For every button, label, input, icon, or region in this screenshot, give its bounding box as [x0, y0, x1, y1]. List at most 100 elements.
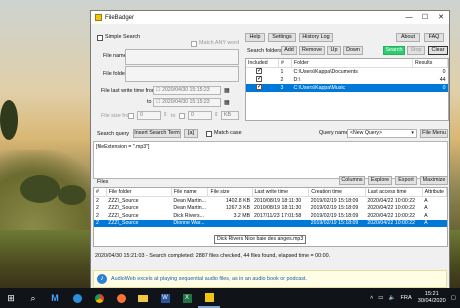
chrome-icon[interactable] — [88, 288, 110, 308]
file-menu-button[interactable]: File Menu — [420, 129, 448, 138]
export-button[interactable]: Export — [395, 176, 417, 185]
language-indicator[interactable]: FRA — [401, 295, 412, 301]
folder-num: 3 — [278, 84, 292, 92]
folder-include-checkbox[interactable] — [256, 68, 262, 74]
file-folder: ZZZ\_Source — [108, 197, 139, 204]
col-file-name[interactable]: File name — [171, 188, 209, 197]
edge-icon[interactable] — [66, 288, 88, 308]
info-banner[interactable]: ♪ AudioWeb excels at playing sequential … — [93, 270, 447, 288]
chevron-up-icon[interactable]: ˄ — [370, 295, 373, 301]
file-row[interactable]: 2 ZZZ\_Source Dick Rivers... 3.2 MB 2017… — [94, 212, 447, 220]
add-folder-button[interactable]: Add — [281, 46, 297, 55]
date-to-value: 2020/04/30 15:15:23 — [162, 99, 210, 105]
file-folder-input[interactable] — [125, 66, 239, 82]
col-last-write-time[interactable]: Last write time — [252, 188, 310, 197]
remove-folder-button[interactable]: Remove — [299, 46, 325, 55]
notification-icon[interactable]: ▢ — [451, 295, 456, 301]
simple-search-label: Simple Search — [105, 34, 141, 40]
size-to-input[interactable]: 0 — [188, 111, 212, 120]
folder-row-selected[interactable]: 3 C:\Users\Kappa\Music 0 — [246, 84, 448, 92]
size-to-spinner-icon[interactable]: ⇕ — [214, 112, 219, 118]
col-folder[interactable]: Folder — [291, 59, 413, 68]
excel-icon[interactable]: X — [176, 288, 198, 308]
a-button[interactable]: [a] — [184, 129, 198, 138]
search-query-textarea[interactable]: [fileExtension = ".mp3"] — [93, 141, 448, 179]
match-any-checkbox[interactable] — [191, 41, 197, 47]
maximize-files-button[interactable]: Maximize — [420, 176, 448, 185]
folder-results: 0 — [442, 69, 446, 75]
chevron-down-icon: ▾ — [411, 130, 414, 136]
word-icon[interactable]: W — [154, 288, 176, 308]
insert-search-term-button[interactable]: Insert Search Term — [133, 129, 181, 138]
size-to-checkbox[interactable] — [179, 113, 185, 119]
file-name-input[interactable] — [125, 49, 239, 65]
file-last-write: 2017/11/23 17:01:58 — [254, 212, 302, 219]
about-button[interactable]: About — [396, 33, 420, 42]
file-name: Dick Rivers... — [173, 212, 204, 219]
col-included[interactable]: Included — [246, 59, 279, 68]
title-bar[interactable]: FileBadger — ☐ ✕ — [91, 11, 449, 24]
file-folder: ZZZ\_Source — [108, 205, 139, 212]
file-row-selected[interactable]: 2 ZZZ\_Source Dionne War... 2019/02/19 1… — [94, 219, 447, 227]
folder-results: 44 — [439, 77, 446, 83]
date-from-input[interactable]: ☐ 2020/04/30 15:15:23 — [153, 86, 221, 95]
file-row[interactable]: 2 ZZZ\_Source Dean Martin... 1267.3 KB 2… — [94, 205, 447, 213]
size-unit-select[interactable]: KB — [221, 111, 239, 120]
col-file-size[interactable]: File size — [207, 188, 253, 197]
col-last-access-time[interactable]: Last access time — [365, 188, 423, 197]
size-from-checkbox[interactable] — [128, 113, 134, 119]
folder-row[interactable]: 2 D:\ 44 — [246, 76, 448, 84]
filebadger-icon[interactable] — [198, 288, 220, 308]
calendar-icon[interactable]: ▦ — [224, 99, 230, 106]
search-icon[interactable]: ⌕ — [22, 288, 44, 308]
folder-up-button[interactable]: Up — [327, 46, 341, 55]
simple-search-checkbox[interactable] — [97, 35, 103, 41]
folder-include-checkbox[interactable] — [256, 76, 262, 82]
windows-icon[interactable]: ⊞ — [0, 288, 22, 308]
col-results[interactable]: Results — [412, 59, 448, 68]
faq-button[interactable]: FAQ — [424, 33, 444, 42]
col-creation-time[interactable]: Creation time — [308, 188, 366, 197]
files-header-row: # File folder File name File size Last w… — [94, 188, 447, 197]
calendar-icon[interactable]: ▦ — [224, 87, 230, 94]
history-log-button[interactable]: History Log — [299, 33, 333, 42]
col-file-folder[interactable]: File folder — [106, 188, 172, 197]
explore-button[interactable]: Explore — [368, 176, 392, 185]
explorer-icon[interactable] — [132, 288, 154, 308]
query-name-label: Query name — [319, 130, 349, 136]
folder-down-button[interactable]: Down — [343, 46, 363, 55]
col-num[interactable]: # — [94, 188, 107, 197]
folder-include-checkbox[interactable] — [256, 84, 262, 90]
folder-path: C:\Users\Kappa\Music — [291, 84, 413, 92]
size-from-spinner-icon[interactable]: ⇕ — [163, 112, 168, 118]
settings-button[interactable]: Settings — [268, 33, 296, 42]
col-number[interactable]: # — [278, 59, 292, 68]
volume-icon[interactable]: 🔈 — [389, 295, 396, 301]
folder-row[interactable]: 1 C:\Users\Kappa\Documents 0 — [246, 68, 448, 77]
query-name-select[interactable]: <New Query> ▾ — [347, 129, 417, 138]
clock-date: 30/04/2020 — [417, 298, 446, 304]
file-last-write: 2010/08/19 18:11:30 — [254, 197, 302, 204]
search-query-label: Search query — [97, 131, 130, 137]
stop-button[interactable]: Stop — [407, 46, 425, 55]
maximize-button[interactable]: ☐ — [417, 11, 433, 24]
help-button[interactable]: Help — [245, 33, 265, 42]
search-button[interactable]: Search — [383, 46, 405, 55]
file-folder-label: File folder — [103, 71, 127, 77]
clear-button[interactable]: Clear — [428, 46, 448, 55]
size-from-input[interactable]: 0 — [137, 111, 161, 120]
file-size: 3.2 MB — [233, 212, 251, 219]
clock[interactable]: 15:21 30/04/2020 — [418, 291, 446, 305]
match-case-checkbox[interactable] — [206, 131, 212, 137]
col-attribute[interactable]: Attribute — [422, 188, 447, 197]
file-row[interactable]: 2 ZZZ\_Source Dean Martin... 1402.8 KB 2… — [94, 197, 447, 205]
date-to-input[interactable]: ☐ 2020/04/30 15:15:23 — [153, 98, 221, 107]
firefox-icon[interactable] — [110, 288, 132, 308]
file-name: Dean Martin... — [173, 205, 206, 212]
columns-button[interactable]: Columns — [339, 176, 365, 185]
malwarebytes-icon[interactable]: M — [44, 288, 66, 308]
info-banner-text[interactable]: AudioWeb excels at playing sequential au… — [111, 276, 307, 282]
network-icon[interactable]: ▭ — [378, 295, 383, 301]
minimize-button[interactable]: — — [401, 11, 417, 24]
close-button[interactable]: ✕ — [433, 11, 449, 24]
